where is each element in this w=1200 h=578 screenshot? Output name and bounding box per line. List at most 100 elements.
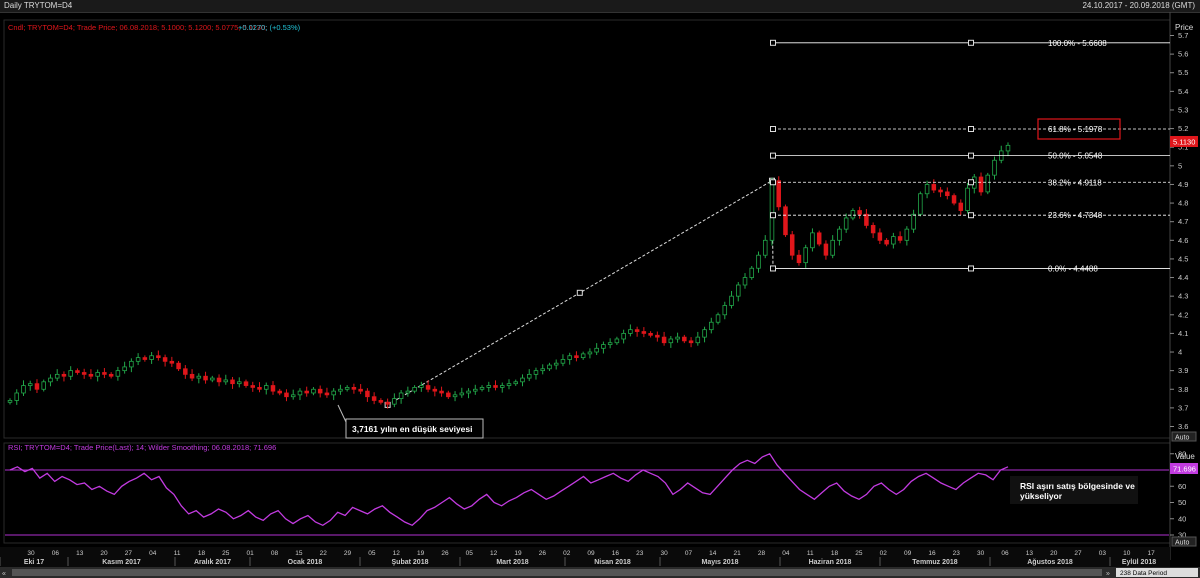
month-label: Ağustos 2018 — [1027, 559, 1073, 566]
last-price-label: 5.1130 — [1173, 138, 1195, 147]
candle-body — [789, 234, 795, 256]
date-tick-label: 03 — [1099, 550, 1107, 557]
candle-body — [412, 386, 417, 392]
candle-body — [580, 353, 586, 359]
fib-handle[interactable] — [770, 126, 776, 133]
candle-body — [749, 267, 755, 278]
date-tick-label: 18 — [831, 550, 839, 557]
candle-body — [857, 210, 862, 215]
fib-handle[interactable] — [770, 212, 776, 219]
candle-body — [392, 398, 397, 405]
candle-body — [41, 381, 46, 390]
candle-body — [14, 392, 19, 401]
month-label: Mart 2018 — [496, 559, 528, 566]
candle-body — [290, 394, 296, 398]
candle-body — [553, 362, 559, 366]
candle-body — [601, 344, 606, 349]
candle-body — [210, 377, 215, 381]
price-tick-label: 5.5 — [1178, 68, 1188, 77]
fib-handle[interactable] — [968, 126, 974, 133]
rsi-auto-label: Auto — [1175, 540, 1190, 547]
fib-handle[interactable] — [968, 179, 974, 186]
date-tick-label: 18 — [198, 550, 206, 557]
fib-handle[interactable] — [770, 152, 776, 159]
candle-body — [129, 360, 134, 368]
candle-body — [250, 385, 256, 388]
date-tick-label: 19 — [514, 550, 522, 557]
candle-body — [439, 390, 444, 394]
fib-level-label: 100.0% - 5.6608 — [1048, 39, 1107, 48]
scrollbar-thumb[interactable] — [12, 569, 1102, 576]
price-auto-label: Auto — [1175, 435, 1190, 442]
candle-body — [331, 390, 336, 396]
candle-body — [183, 368, 188, 375]
scroll-left-icon[interactable]: « — [2, 571, 6, 578]
fibonacci-group[interactable]: 100.0% - 5.6608 61.8% - 5.1978 50.0% - 5.0… — [770, 39, 1171, 274]
date-tick-label: 28 — [758, 550, 766, 557]
candle-body — [823, 243, 829, 256]
date-tick-label: 30 — [977, 550, 985, 557]
price-tick-label: 5.4 — [1178, 87, 1188, 96]
candle-body — [338, 388, 343, 392]
month-label: Temmuz 2018 — [912, 559, 957, 566]
candle-body — [843, 217, 849, 230]
price-tick-label: 3.9 — [1178, 366, 1188, 375]
candle-body — [263, 385, 269, 390]
candle-body — [108, 373, 114, 377]
trendline-handle[interactable] — [576, 289, 583, 296]
candle-body — [830, 239, 835, 256]
scroll-right-icon[interactable]: » — [1106, 571, 1110, 578]
fib-handle[interactable] — [770, 265, 776, 272]
rsi-axis: 807060504030 — [5, 449, 1186, 540]
date-tick-label: 25 — [222, 550, 230, 557]
date-tick-label: 19 — [417, 550, 425, 557]
fib-handle[interactable] — [968, 265, 974, 272]
fib-handle[interactable] — [770, 179, 776, 186]
candle-body — [729, 295, 734, 306]
price-tick-label: 4.5 — [1178, 254, 1188, 263]
candle-body — [95, 372, 100, 377]
trendline-group[interactable] — [384, 177, 775, 408]
date-tick-label: 12 — [490, 550, 498, 557]
candle-body — [756, 254, 761, 269]
candle-body — [371, 396, 377, 401]
candle-body — [661, 336, 667, 344]
candle-body — [48, 377, 53, 383]
date-tick-label: 14 — [709, 550, 717, 557]
price-tick-label: 3.7 — [1178, 403, 1188, 412]
fib-handle[interactable] — [968, 152, 974, 159]
candle-body — [486, 385, 492, 388]
candle-body — [385, 401, 390, 405]
fib-handle[interactable] — [968, 39, 974, 46]
candle-body — [7, 400, 13, 403]
candle-body — [493, 385, 498, 388]
chart-svg[interactable]: 5.75.65.55.45.35.25.154.94.84.74.64.54.4… — [0, 0, 1200, 578]
candle-body — [540, 368, 545, 372]
price-tick-label: 5.7 — [1178, 31, 1188, 40]
candle-body — [709, 321, 714, 331]
candle-body — [985, 174, 991, 193]
rsi-legend: RSI; TRYTOM=D4; Trade Price(Last); 14; W… — [8, 443, 276, 452]
date-tick-label: 07 — [685, 550, 693, 557]
date-tick-label: 05 — [368, 550, 376, 557]
month-label: Nisan 2018 — [594, 559, 631, 566]
price-panel-frame — [3, 19, 1171, 439]
date-tick-label: 06 — [1001, 550, 1009, 557]
candle-body — [21, 385, 26, 394]
candle-body — [324, 392, 330, 396]
date-tick-label: 17 — [1147, 550, 1155, 557]
candle-body — [479, 386, 485, 390]
candle-body — [850, 210, 856, 219]
data-period-label: 238 Data Period — [1120, 570, 1167, 577]
price-tick-label: 4.6 — [1178, 236, 1188, 245]
candle-body — [122, 366, 127, 372]
fib-handle[interactable] — [770, 39, 776, 46]
fib-handle[interactable] — [968, 212, 974, 219]
date-tick-label: 06 — [52, 550, 60, 557]
month-label: Mayıs 2018 — [702, 559, 739, 566]
date-tick-label: 11 — [807, 550, 814, 557]
price-tick-label: 4.4 — [1178, 273, 1188, 282]
date-tick-label: 30 — [27, 550, 35, 557]
price-tick-label: 4.9 — [1178, 180, 1188, 189]
candle-body — [344, 386, 350, 390]
